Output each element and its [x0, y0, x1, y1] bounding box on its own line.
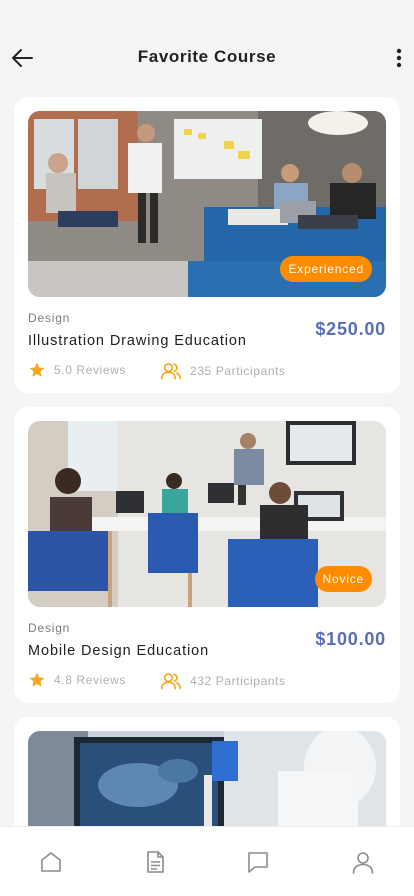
star-icon [29, 362, 45, 377]
app-header: Favorite Course [0, 0, 414, 100]
course-title: Mobile Design Education [28, 643, 210, 659]
nav-courses[interactable] [142, 849, 168, 875]
course-card[interactable]: Novice Design Mobile Design Education $1… [14, 407, 400, 703]
course-price: $100.00 [315, 629, 386, 649]
page-title: Favorite Course [137, 47, 277, 66]
document-icon [147, 851, 164, 873]
nav-home[interactable] [38, 849, 64, 875]
chat-icon [248, 852, 268, 873]
home-icon [41, 852, 61, 872]
course-price: $250.00 [315, 319, 386, 339]
users-icon [160, 673, 181, 690]
user-icon [352, 852, 374, 874]
more-options-button[interactable] [394, 46, 404, 70]
course-category: Design [28, 311, 71, 325]
course-image: Novice [28, 421, 386, 607]
course-title: Illustration Drawing Education [28, 333, 247, 349]
course-category: Design [28, 621, 71, 635]
nav-profile[interactable] [350, 849, 376, 875]
more-vertical-icon [396, 48, 402, 68]
reviews-text: 4.8 Reviews [54, 673, 126, 687]
course-image: Experienced [28, 111, 386, 297]
reviews-info: 4.8 Reviews [28, 671, 126, 689]
star-icon [29, 672, 45, 687]
bottom-navigation [0, 826, 414, 896]
course-card[interactable]: Experienced Design Illustration Drawing … [14, 97, 400, 393]
nav-messages[interactable] [245, 849, 271, 875]
participants-text: 432 Participants [190, 674, 286, 688]
participants-text: 235 Participants [190, 364, 286, 378]
level-badge: Novice [314, 566, 372, 592]
reviews-text: 5.0 Reviews [54, 363, 126, 377]
participants-info: 432 Participants [160, 671, 286, 691]
participants-info: 235 Participants [160, 361, 286, 381]
reviews-info: 5.0 Reviews [28, 361, 126, 379]
users-icon [160, 363, 181, 380]
level-badge: Experienced [280, 256, 372, 282]
